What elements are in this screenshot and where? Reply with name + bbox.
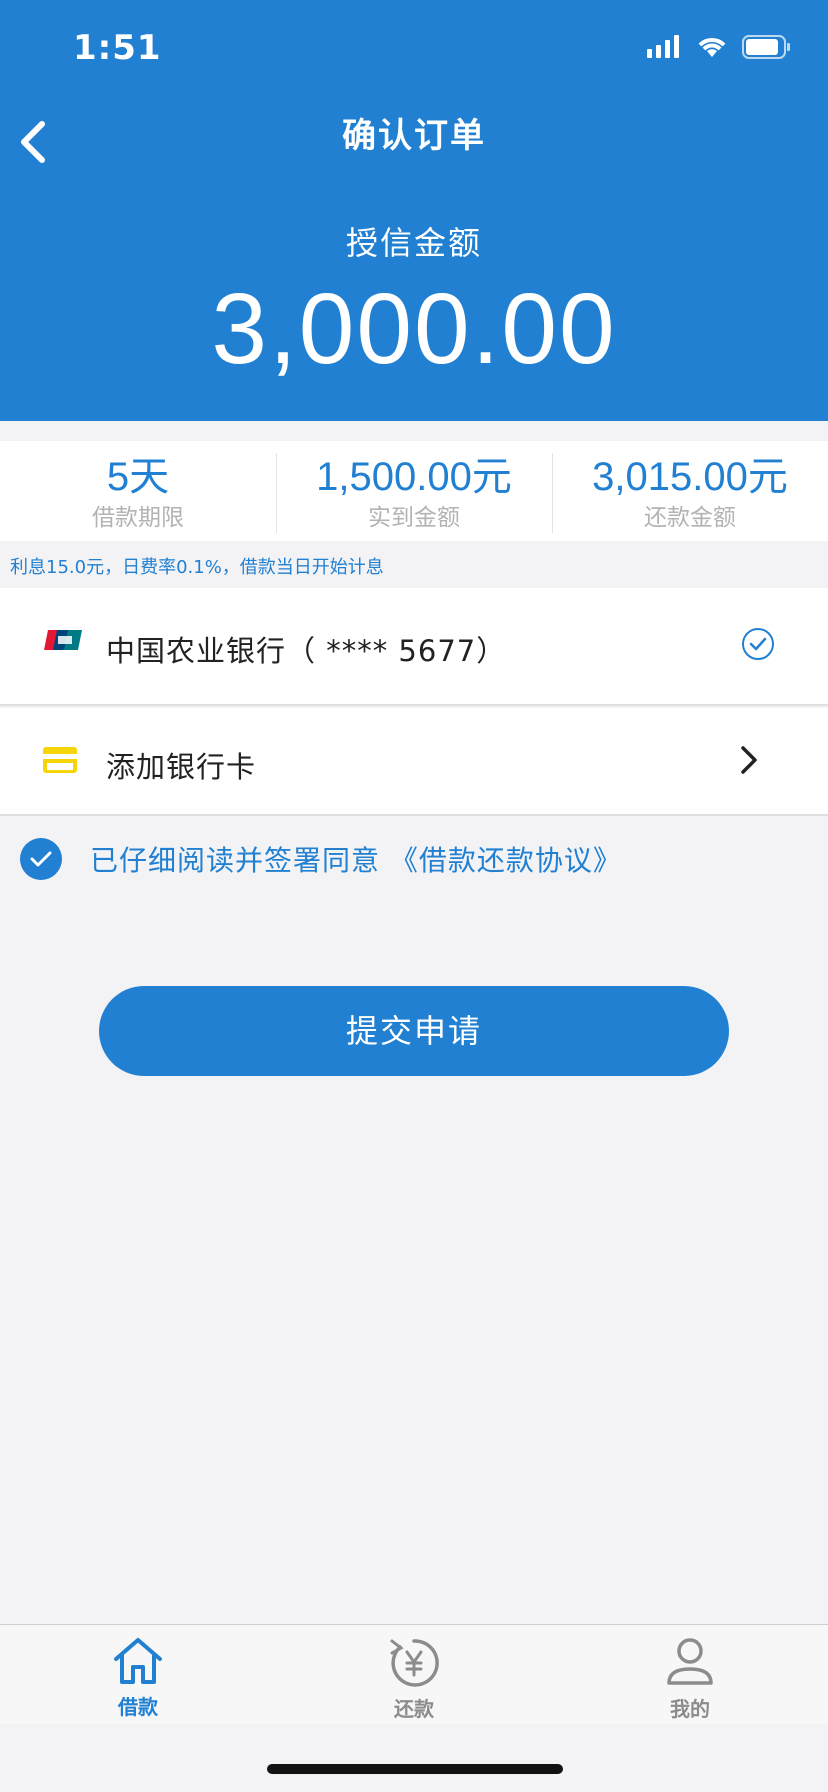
header: 1:51 确认订单 授信金额 3,000.00 <box>0 0 828 421</box>
battery-icon <box>742 35 790 59</box>
loan-stats: 5天 借款期限 1,500.00元 实到金额 3,015.00元 还款金额 <box>0 441 828 541</box>
stat-received: 1,500.00元 实到金额 <box>276 441 552 541</box>
tab-repay-label: 还款 <box>394 1697 434 1721</box>
tab-borrow[interactable]: 借款 <box>0 1625 276 1724</box>
stat-repay-value: 3,015.00元 <box>592 455 788 499</box>
tab-mine-label: 我的 <box>670 1697 710 1721</box>
add-card-label: 添加银行卡 <box>106 750 257 784</box>
stat-term-label: 借款期限 <box>92 505 184 531</box>
credit-card-icon <box>43 747 77 773</box>
tab-bar: 借款 还款 我的 <box>0 1624 828 1724</box>
home-icon <box>114 1638 162 1684</box>
home-indicator[interactable] <box>267 1764 563 1774</box>
stat-repay: 3,015.00元 还款金额 <box>552 441 828 541</box>
wifi-icon <box>698 38 726 57</box>
credit-amount: 3,000.00 <box>211 273 617 385</box>
agreement-text[interactable]: 已仔细阅读并签署同意 《借款还款协议》 <box>90 839 622 879</box>
selected-check-icon <box>742 628 774 660</box>
agreement-row[interactable]: 已仔细阅读并签署同意 《借款还款协议》 <box>20 838 622 880</box>
tab-mine[interactable]: 我的 <box>552 1625 828 1724</box>
page-title: 确认订单 <box>342 116 486 156</box>
stat-term: 5天 借款期限 <box>0 441 276 541</box>
credit-label: 授信金额 <box>345 224 482 262</box>
add-bank-card-row[interactable]: 添加银行卡 <box>0 708 828 816</box>
yuan-refresh-icon <box>390 1639 439 1687</box>
bank-card-row[interactable]: 中国农业银行（ **** 5677） <box>0 588 828 706</box>
bank-name: 中国农业银行（ **** 5677） <box>106 634 507 668</box>
stat-repay-label: 还款金额 <box>644 505 736 531</box>
user-icon <box>667 1638 713 1685</box>
submit-button[interactable]: 提交申请 <box>99 986 729 1076</box>
chevron-right-icon <box>741 746 757 774</box>
status-time: 1:51 <box>73 28 162 68</box>
stat-term-value: 5天 <box>106 455 170 499</box>
stat-received-label: 实到金额 <box>368 505 460 531</box>
signal-icon <box>647 35 679 58</box>
tab-borrow-label: 借款 <box>118 1695 158 1719</box>
tab-repay[interactable]: 还款 <box>276 1625 552 1724</box>
interest-note: 利息15.0元，日费率0.1%，借款当日开始计息 <box>10 557 384 578</box>
status-icons <box>646 34 792 60</box>
unionpay-icon <box>44 630 82 650</box>
agreement-checkbox-icon[interactable] <box>20 838 62 880</box>
stat-received-value: 1,500.00元 <box>316 455 512 499</box>
